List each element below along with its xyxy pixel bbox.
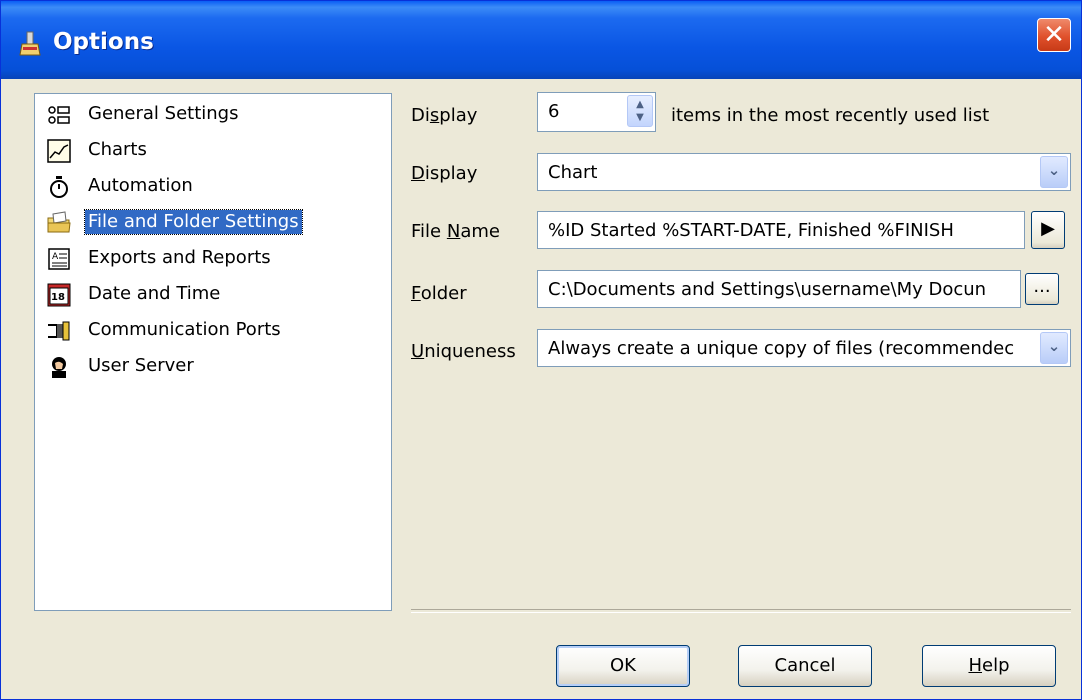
report-icon: A	[48, 248, 70, 270]
close-icon: ✕	[1043, 20, 1065, 50]
tree-item-label: Exports and Reports	[88, 247, 271, 268]
folder-label: Folder	[411, 283, 467, 304]
tree-item-label: File and Folder Settings	[84, 209, 303, 235]
calendar-icon: 18	[47, 283, 71, 307]
tree-item-date-and-time[interactable]: 18 Date and Time	[43, 280, 388, 310]
display-value: Chart	[548, 162, 598, 183]
category-tree[interactable]: General Settings Charts Automation File …	[34, 93, 392, 611]
port-icon	[48, 321, 70, 341]
tree-item-automation[interactable]: Automation	[43, 172, 388, 202]
stopwatch-icon	[50, 176, 68, 198]
file-name-value: %ID Started %START-DATE, Finished %FINIS…	[548, 220, 954, 241]
tree-item-label: General Settings	[88, 103, 239, 124]
mru-count-spinner[interactable]: 6 ▲ ▼	[537, 92, 656, 132]
tree-item-file-and-folder-settings[interactable]: File and Folder Settings	[43, 208, 388, 238]
folder-input[interactable]: C:\Documents and Settings\username\My Do…	[537, 270, 1021, 308]
tree-item-communication-ports[interactable]: Communication Ports	[43, 316, 388, 346]
title-bar[interactable]: Options ✕	[1, 1, 1081, 79]
tree-item-charts[interactable]: Charts	[43, 136, 388, 166]
tree-item-general-settings[interactable]: General Settings	[43, 100, 388, 130]
file-name-label: File Name	[411, 221, 500, 242]
browse-folder-button[interactable]: ...	[1025, 273, 1059, 305]
file-name-input[interactable]: %ID Started %START-DATE, Finished %FINIS…	[537, 211, 1025, 249]
list-icon	[48, 106, 70, 124]
cancel-button[interactable]: Cancel	[738, 645, 872, 687]
spinner-arrows-icon[interactable]: ▲ ▼	[627, 95, 653, 127]
chevron-down-icon[interactable]: ⌄	[1040, 156, 1068, 188]
uniqueness-label: Uniqueness	[411, 341, 516, 362]
close-button[interactable]: ✕	[1037, 18, 1071, 52]
window-title: Options	[53, 29, 154, 55]
app-icon	[19, 31, 41, 56]
folder-icon	[47, 211, 71, 233]
display-select[interactable]: Chart ⌄	[537, 153, 1071, 191]
user-icon	[52, 357, 66, 378]
uniqueness-value: Always create a unique copy of files (re…	[548, 338, 1015, 359]
browse-ellipsis-icon: ...	[1033, 276, 1051, 297]
insert-variable-button[interactable]: ▶	[1031, 211, 1065, 249]
tree-item-label: Date and Time	[88, 283, 221, 304]
tree-item-label: User Server	[88, 355, 194, 376]
chart-icon	[47, 139, 71, 163]
arrow-right-icon: ▶	[1041, 218, 1055, 239]
mru-suffix-label: items in the most recently used list	[671, 105, 990, 126]
tree-item-label: Communication Ports	[88, 319, 281, 340]
options-dialog: Options ✕ General Settings Charts Automa…	[0, 0, 1082, 700]
tree-item-exports-and-reports[interactable]: A Exports and Reports	[43, 244, 388, 274]
tree-item-label: Charts	[88, 139, 147, 160]
mru-label: Display	[411, 105, 478, 126]
folder-value: C:\Documents and Settings\username\My Do…	[548, 279, 987, 300]
svg-text:18: 18	[51, 292, 65, 303]
ok-button[interactable]: OK	[556, 645, 690, 687]
divider	[411, 609, 1071, 613]
chevron-down-icon[interactable]: ⌄	[1040, 332, 1068, 364]
uniqueness-select[interactable]: Always create a unique copy of files (re…	[537, 329, 1071, 367]
tree-item-user-server[interactable]: User Server	[43, 352, 388, 382]
svg-text:A: A	[52, 252, 59, 262]
help-button[interactable]: Help	[922, 645, 1056, 687]
tree-item-label: Automation	[88, 175, 193, 196]
mru-count-value: 6	[548, 101, 560, 122]
display-label: Display	[411, 163, 478, 184]
